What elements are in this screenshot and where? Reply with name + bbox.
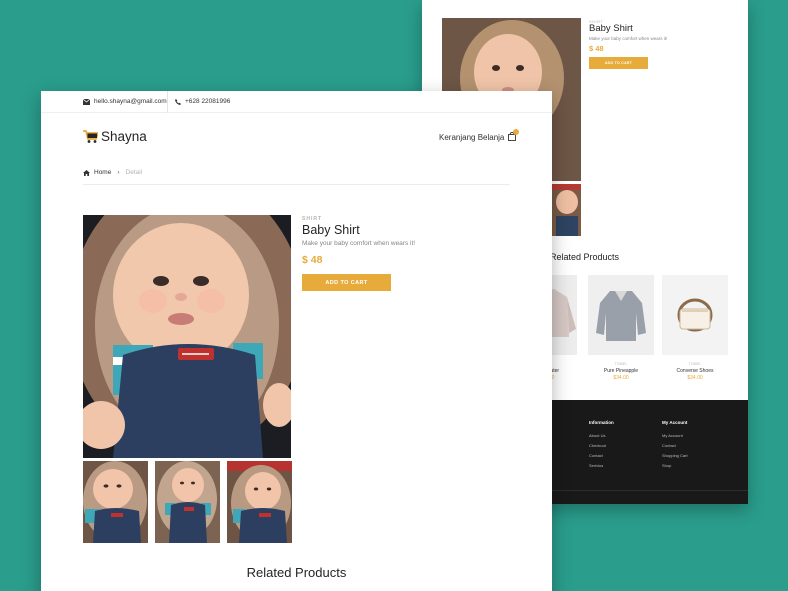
product-thumbnail[interactable] [155,461,220,543]
top-bar: hello.shayna@gmail.com +628 22081996 [41,91,552,113]
back-product-price-label: $34.00 [613,375,629,381]
footer-link[interactable]: Serivius [589,463,614,468]
back-product-name[interactable]: Pure Pineapple [588,368,654,374]
footer-link[interactable]: Contact [589,453,614,458]
back-product-title: Baby Shirt [589,23,633,34]
footer-link[interactable]: Contact [662,443,688,448]
footer-link[interactable]: My Account [662,433,688,438]
product-category: SHIRT [302,216,322,222]
back-product-card-image[interactable] [662,275,728,355]
breadcrumb-divider [83,184,510,185]
back-product-price-label: $34.00 [687,375,703,381]
breadcrumb: Home › Detail [83,169,142,176]
footer-column-my-account: My Account My Account Contact Shopping C… [662,420,688,473]
back-product-category-label: TOWEL [614,362,628,366]
contact-email[interactable]: hello.shayna@gmail.com [83,98,167,105]
back-product-name[interactable]: Converse Shoes [662,368,728,374]
related-products-title: Related Products [246,565,347,580]
breadcrumb-current: Detail [125,169,143,176]
home-icon [83,169,90,176]
back-thumbnail[interactable] [550,184,581,236]
bag-icon-wrapper [508,129,520,143]
back-product-description: Make your baby comfort when wears it! [589,36,668,41]
cart-count-badge [513,129,520,135]
back-product-category-label: TOWEL [688,362,702,366]
footer-link[interactable]: Shopping Cart [662,453,688,458]
back-footer [550,400,748,504]
product-thumbnail[interactable] [227,461,292,543]
footer-column-title: Information [589,420,614,425]
add-to-cart-button[interactable]: ADD TO CART [302,274,391,291]
cart-label-text: Keranjang Belanja [439,133,505,142]
breadcrumb-home[interactable]: Home [94,169,111,176]
back-product-card-image[interactable] [588,275,654,355]
chevron-right-icon: › [117,169,120,176]
site-logo[interactable]: Shayna [83,129,147,144]
product-price: $ 48 [302,254,323,266]
footer-divider [550,490,748,491]
product-detail-page: hello.shayna@gmail.com +628 22081996 Sha… [41,91,552,591]
product-thumbnail[interactable] [83,461,148,543]
phone-icon [175,98,181,105]
shopping-cart-logo-icon [83,130,98,143]
product-main-image [83,215,291,458]
back-product-price: $ 48 [589,44,604,53]
contact-phone-text: +628 22081996 [185,98,231,105]
product-description: Make your baby comfort when wears it! [302,240,416,247]
footer-column-title: My Account [662,420,688,425]
topbar-divider [167,91,168,113]
contact-email-text: hello.shayna@gmail.com [94,98,167,105]
footer-link[interactable]: About Us [589,433,614,438]
footer-link[interactable]: Checkout [589,443,614,448]
product-title: Baby Shirt [302,223,360,237]
shopping-cart-link[interactable]: Keranjang Belanja [439,129,520,143]
footer-link[interactable]: Shop [662,463,688,468]
back-related-products-title: Related Products [550,252,620,262]
contact-phone[interactable]: +628 22081996 [175,98,230,105]
logo-text: Shayna [101,129,147,144]
back-add-to-cart-button[interactable]: ADD TO CART [589,57,648,69]
envelope-icon [83,98,90,105]
footer-column-information: Information About Us Checkout Contact Se… [589,420,614,473]
